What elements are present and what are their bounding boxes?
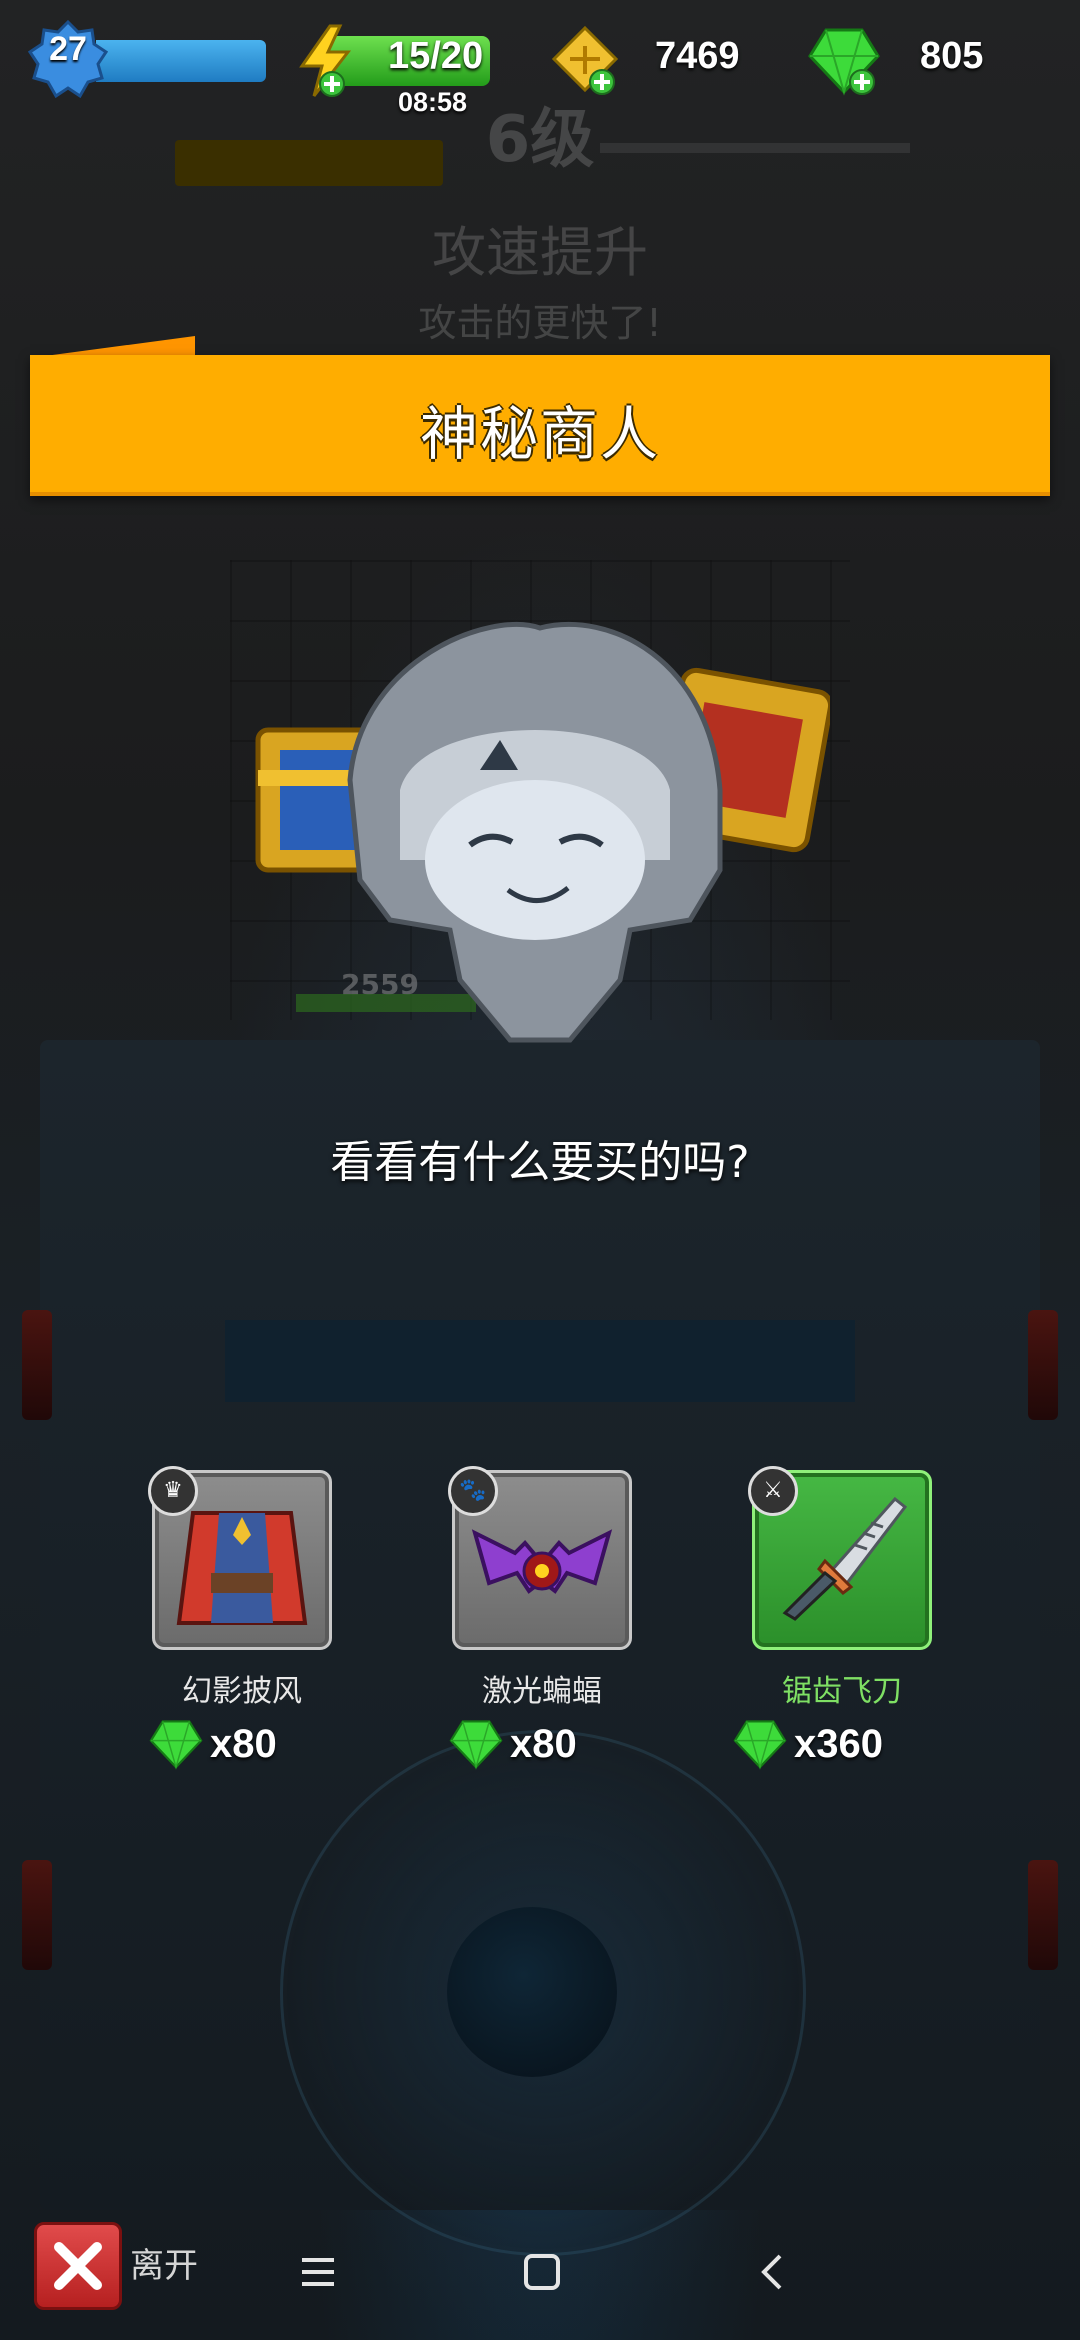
wall-torch (22, 1310, 52, 1420)
merchant-prompt: 看看有什么要买的吗? (330, 1137, 750, 1188)
close-icon (54, 2242, 102, 2290)
gem-count: 805 (920, 35, 984, 77)
price-text: x80 (210, 1722, 277, 1766)
item-name: 锯齿飞刀 (782, 1674, 902, 1709)
gem-icon (149, 1720, 203, 1770)
skill-description: 攻击的更快了! (418, 301, 662, 345)
armor-slot-icon: ♛ (148, 1466, 198, 1516)
player-level: 27 (49, 30, 87, 68)
wall-torch (22, 1860, 52, 1970)
wall-torch (1028, 1860, 1058, 1970)
dialog-title: 神秘商人 (419, 400, 660, 468)
energy-bolt-icon[interactable] (296, 24, 356, 98)
leave-label[interactable]: 离开 (130, 2238, 198, 2287)
top-hud: 27 15/20 08:58 7469 805 (0, 0, 1080, 130)
leave-button[interactable] (34, 2222, 122, 2310)
gold-icon[interactable] (548, 24, 622, 98)
title-banner: 神秘商人 (30, 355, 1050, 496)
back-icon[interactable] (752, 2252, 792, 2292)
weapon-slot-icon: ⚔ (748, 1466, 798, 1516)
energy-count: 15/20 (388, 35, 484, 77)
price-text: x360 (794, 1722, 883, 1766)
pet-slot-icon: 🐾 (448, 1466, 498, 1516)
item-price[interactable]: x360 (722, 1718, 962, 1778)
dim-panel (225, 1320, 855, 1402)
skill-title: 攻速提升 (432, 221, 648, 284)
price-text: x80 (510, 1722, 577, 1766)
energy-timer: 08:58 (398, 87, 468, 117)
gem-icon (733, 1720, 787, 1770)
item-name: 幻影披风 (182, 1674, 302, 1709)
item-price[interactable]: x80 (422, 1718, 662, 1778)
skill-progress-bar (175, 140, 443, 186)
menu-icon[interactable] (298, 2254, 338, 2290)
item-price[interactable]: x80 (122, 1718, 362, 1778)
home-icon[interactable] (522, 2252, 562, 2292)
xp-bar (96, 40, 266, 82)
gold-count: 7469 (655, 35, 740, 77)
gem-icon (449, 1720, 503, 1770)
skill-divider (600, 143, 910, 153)
wall-torch (1028, 1310, 1058, 1420)
joystick-knob[interactable] (447, 1907, 617, 2077)
item-name: 激光蝙蝠 (482, 1674, 602, 1709)
gem-add-icon[interactable] (806, 26, 882, 98)
merchant-illustration (255, 622, 830, 1043)
